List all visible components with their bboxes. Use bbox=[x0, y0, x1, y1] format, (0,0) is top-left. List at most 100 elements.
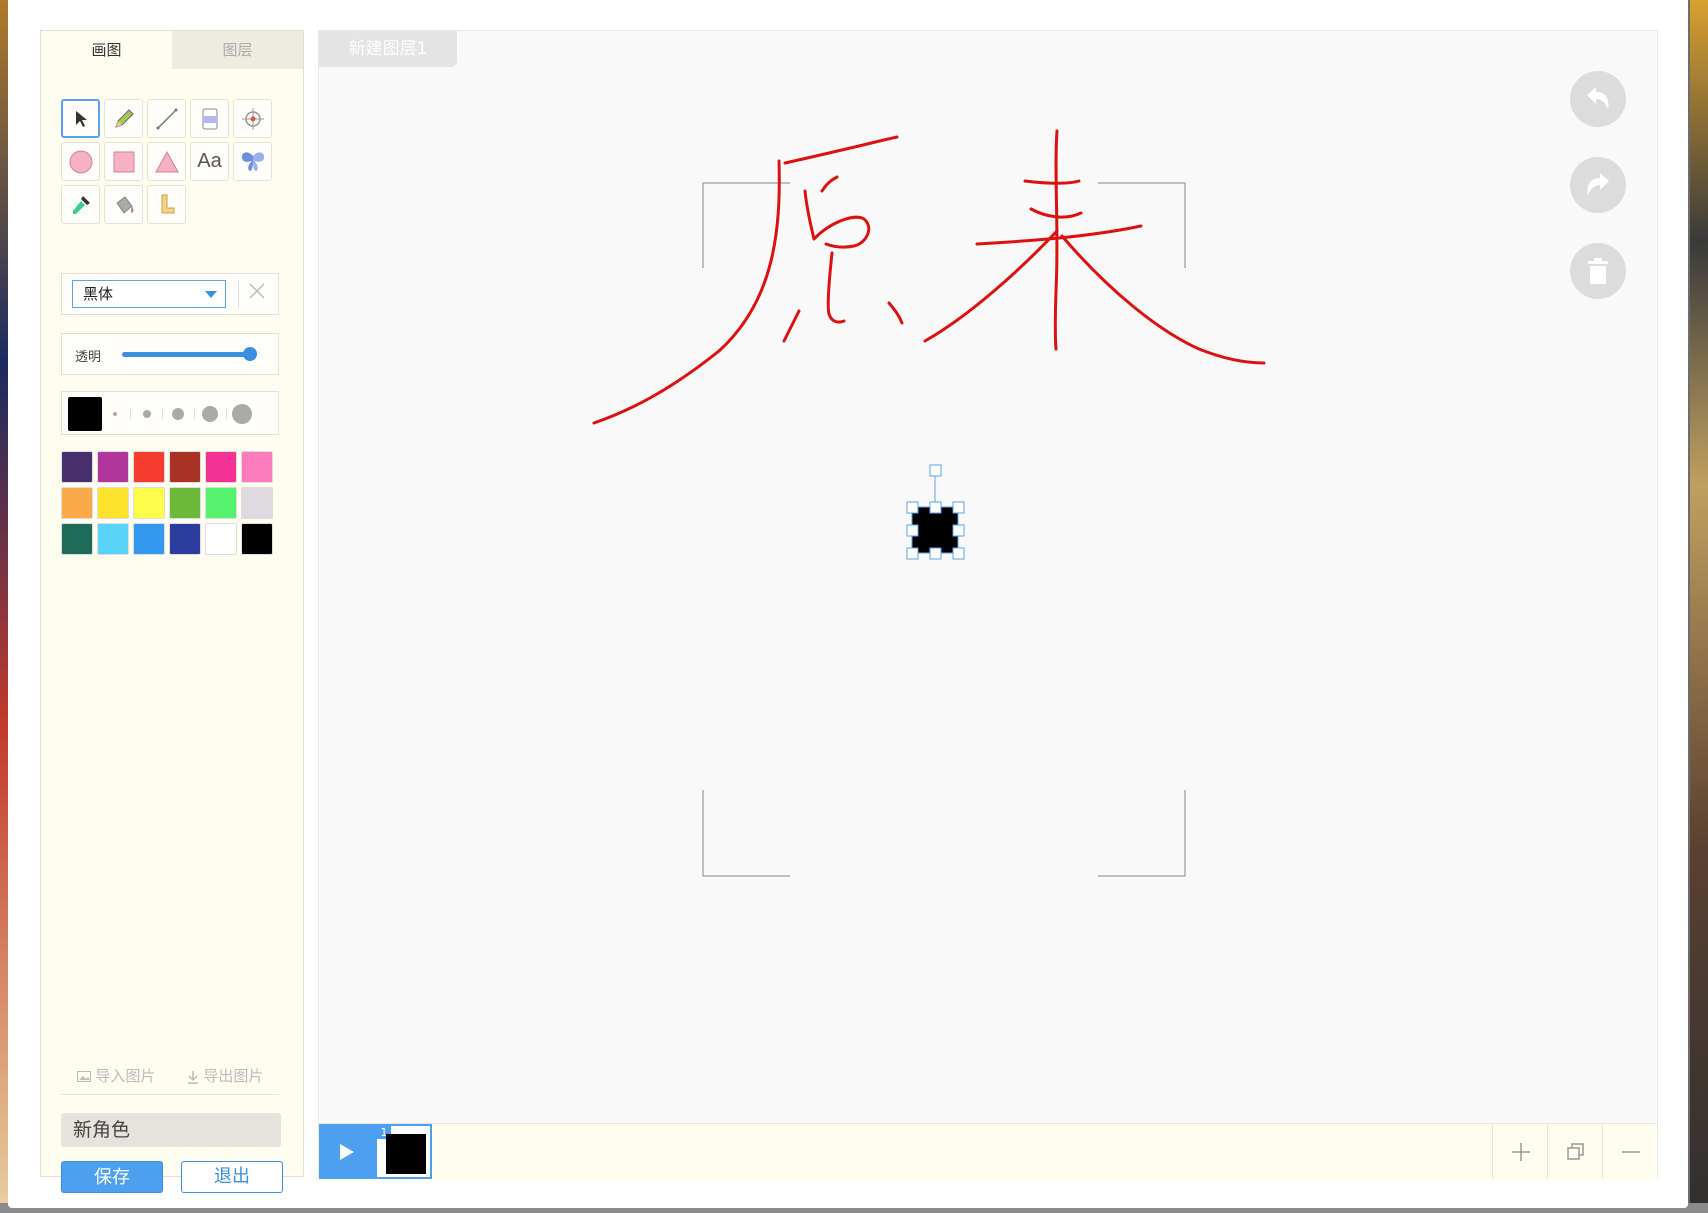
text-icon: Aa bbox=[197, 150, 222, 172]
selected-shape[interactable] bbox=[906, 464, 965, 560]
color-swatch[interactable] bbox=[241, 523, 273, 555]
color-swatch[interactable] bbox=[133, 451, 165, 483]
triangle-tool[interactable] bbox=[147, 142, 186, 181]
pencil-icon bbox=[114, 108, 134, 128]
paint-bucket-icon bbox=[115, 195, 133, 214]
butterfly-tool[interactable] bbox=[233, 142, 272, 181]
timeline-bar: 1 bbox=[319, 1123, 1657, 1179]
circle-icon bbox=[69, 150, 92, 173]
image-io-row: 导入图片 导出图片 bbox=[61, 1065, 279, 1095]
rectangle-tool[interactable] bbox=[104, 142, 143, 181]
line-icon bbox=[156, 108, 177, 129]
duplicate-frame-button[interactable] bbox=[1547, 1124, 1603, 1179]
brush-size-3[interactable] bbox=[172, 408, 184, 420]
color-swatch[interactable] bbox=[169, 487, 201, 519]
play-icon bbox=[340, 1143, 354, 1160]
font-select-value: 黑体 bbox=[83, 285, 114, 303]
pencil-tool[interactable] bbox=[104, 99, 143, 138]
color-swatch[interactable] bbox=[61, 487, 93, 519]
current-color[interactable] bbox=[68, 397, 102, 431]
canvas-drawing bbox=[592, 129, 1266, 877]
tab-draw[interactable]: 画图 bbox=[41, 31, 172, 69]
circle-tool[interactable] bbox=[61, 142, 100, 181]
brush-size-1[interactable] bbox=[113, 412, 117, 416]
eraser-tool[interactable] bbox=[190, 99, 229, 138]
line-tool[interactable] bbox=[147, 99, 186, 138]
text-tool[interactable]: Aa bbox=[190, 142, 229, 181]
redo-icon bbox=[1587, 173, 1609, 195]
minus-icon bbox=[1621, 1150, 1640, 1153]
eraser-icon bbox=[202, 108, 217, 129]
color-swatch[interactable] bbox=[205, 523, 237, 555]
color-palette bbox=[61, 451, 273, 555]
fill-bucket-tool[interactable] bbox=[104, 185, 143, 224]
tool-grid: Aa bbox=[61, 99, 272, 224]
image-icon bbox=[76, 1071, 91, 1082]
drawing-canvas[interactable]: 新建图层1 1 bbox=[318, 30, 1658, 1179]
font-select[interactable]: 黑体 bbox=[72, 280, 226, 308]
color-swatch[interactable] bbox=[205, 487, 237, 519]
download-icon bbox=[187, 1070, 198, 1084]
redo-button[interactable] bbox=[1570, 157, 1626, 213]
triangle-icon bbox=[154, 150, 179, 172]
color-swatch[interactable] bbox=[205, 451, 237, 483]
color-swatch[interactable] bbox=[61, 451, 93, 483]
plus-icon bbox=[1511, 1142, 1530, 1161]
color-swatch[interactable] bbox=[61, 523, 93, 555]
remove-frame-button[interactable] bbox=[1602, 1124, 1658, 1179]
opacity-row: 透明 bbox=[61, 333, 279, 375]
undo-icon bbox=[1587, 87, 1609, 109]
eyedropper-tool[interactable] bbox=[61, 185, 100, 224]
color-swatch[interactable] bbox=[241, 451, 273, 483]
select-tool[interactable] bbox=[61, 99, 100, 138]
color-swatch[interactable] bbox=[97, 487, 129, 519]
opacity-label: 透明 bbox=[75, 350, 102, 365]
editor-window: 画图 图层 Aa 黑体 透明 导入图片 导出图片 新角色 保存 退出 新建图层1… bbox=[8, 0, 1688, 1208]
color-swatch[interactable] bbox=[133, 523, 165, 555]
brush-size-4[interactable] bbox=[202, 406, 218, 422]
undo-button[interactable] bbox=[1570, 71, 1626, 127]
color-swatch[interactable] bbox=[97, 523, 129, 555]
brush-size-5[interactable] bbox=[232, 404, 252, 424]
copy-icon bbox=[1566, 1142, 1584, 1160]
exit-button[interactable]: 退出 bbox=[181, 1161, 283, 1193]
color-swatch[interactable] bbox=[169, 523, 201, 555]
opacity-slider-knob[interactable] bbox=[243, 347, 257, 361]
save-button[interactable]: 保存 bbox=[61, 1161, 163, 1193]
character-name-field[interactable]: 新角色 bbox=[61, 1113, 281, 1147]
handwriting-strokes bbox=[592, 129, 1266, 425]
sidebar-tabs: 画图 图层 bbox=[41, 31, 303, 69]
frame-thumbnail[interactable]: 1 bbox=[375, 1124, 432, 1179]
color-swatch[interactable] bbox=[169, 451, 201, 483]
brush-size-row bbox=[61, 391, 279, 435]
square-icon bbox=[113, 151, 134, 172]
separator bbox=[194, 409, 195, 419]
butterfly-icon bbox=[241, 151, 264, 171]
separator bbox=[226, 409, 227, 419]
brush-size-2[interactable] bbox=[143, 410, 151, 418]
chevron-down-icon bbox=[205, 291, 217, 298]
font-selector-row: 黑体 bbox=[61, 273, 279, 315]
separator bbox=[162, 409, 163, 419]
color-swatch[interactable] bbox=[133, 487, 165, 519]
play-button[interactable] bbox=[319, 1124, 375, 1179]
target-tool[interactable] bbox=[233, 99, 272, 138]
crosshair-icon bbox=[241, 107, 264, 130]
opacity-slider[interactable] bbox=[122, 352, 250, 357]
trash-icon bbox=[1588, 258, 1608, 284]
import-image-label: 导入图片 bbox=[95, 1067, 156, 1085]
export-image-link[interactable]: 导出图片 bbox=[187, 1065, 264, 1086]
color-swatch[interactable] bbox=[97, 451, 129, 483]
export-image-label: 导出图片 bbox=[203, 1067, 264, 1085]
color-swatch[interactable] bbox=[241, 487, 273, 519]
delete-button[interactable] bbox=[1570, 243, 1626, 299]
ruler-icon bbox=[161, 194, 174, 213]
add-frame-button[interactable] bbox=[1492, 1124, 1548, 1179]
clear-font-button[interactable] bbox=[238, 280, 275, 308]
import-image-link[interactable]: 导入图片 bbox=[76, 1065, 156, 1086]
tab-layers[interactable]: 图层 bbox=[172, 31, 303, 69]
arrow-cursor-icon bbox=[75, 110, 87, 127]
tool-sidebar: 画图 图层 Aa 黑体 透明 导入图片 导出图片 新角色 保存 退出 bbox=[40, 30, 304, 1193]
ruler-tool[interactable] bbox=[147, 185, 186, 224]
close-icon bbox=[249, 283, 265, 299]
